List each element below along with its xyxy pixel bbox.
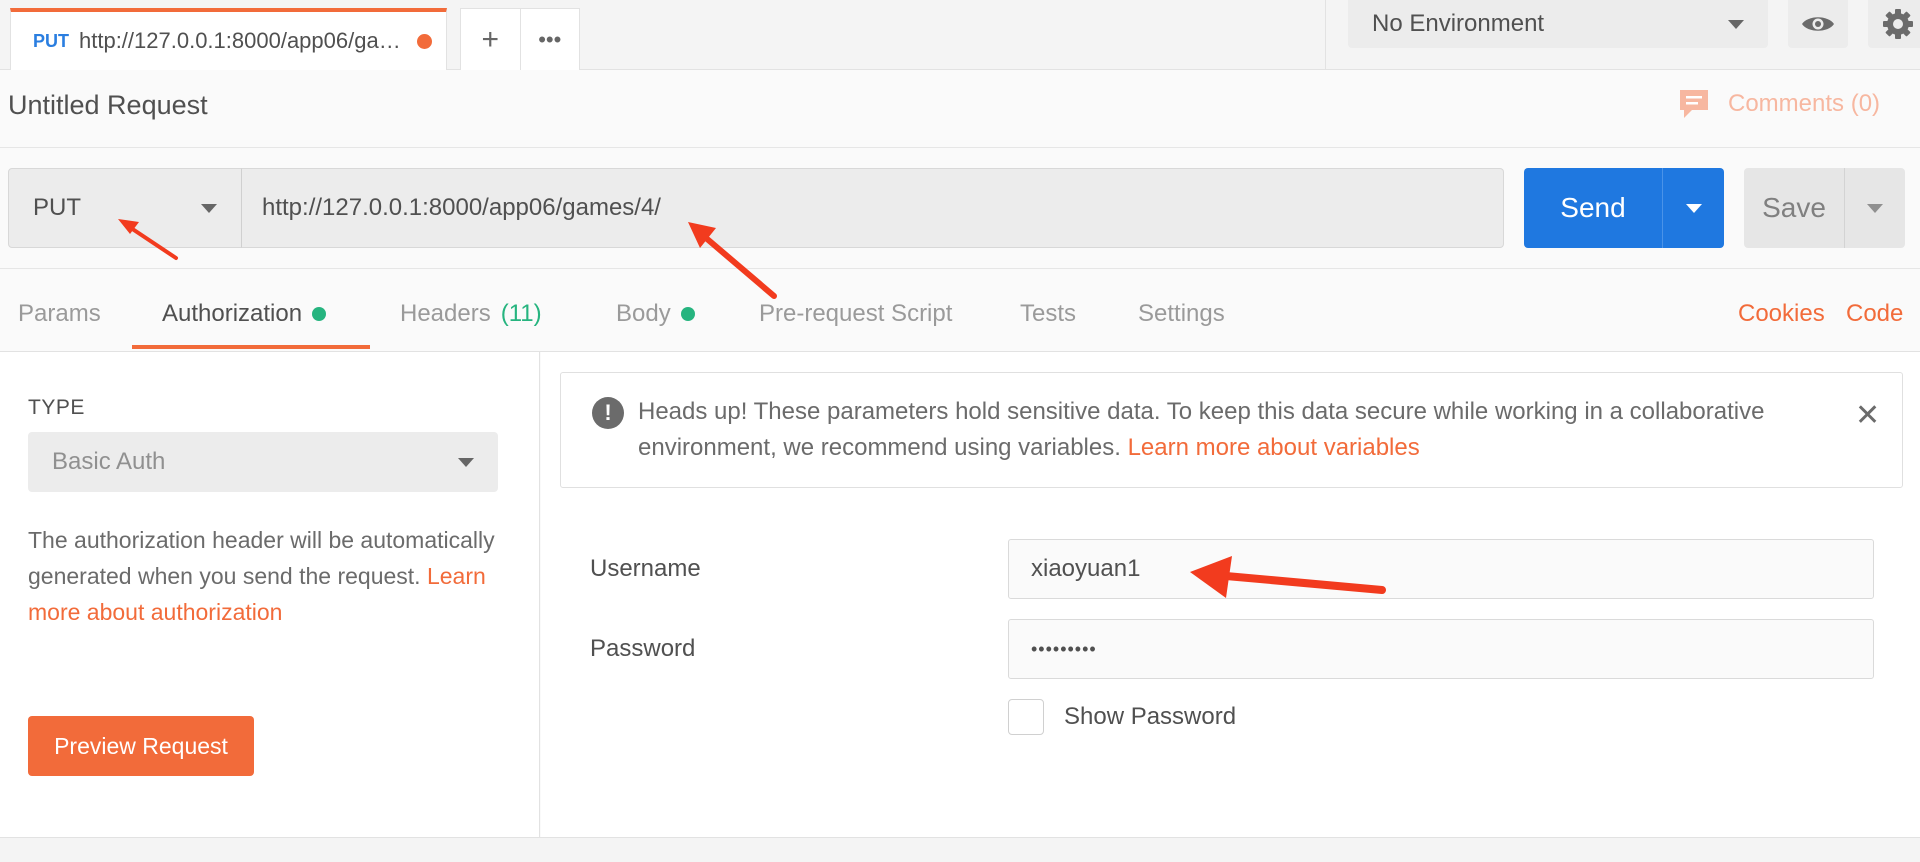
password-label: Password — [590, 635, 696, 662]
save-label: Save — [1762, 192, 1826, 223]
send-label: Send — [1560, 192, 1626, 223]
add-tab-button[interactable]: + — [461, 9, 520, 70]
url-input[interactable]: http://127.0.0.1:8000/app06/games/4/ — [241, 168, 1504, 248]
chevron-down-icon — [1728, 19, 1744, 29]
save-button[interactable]: Save — [1744, 168, 1905, 248]
status-dot-icon — [312, 307, 327, 321]
alert-exclamation-icon: ! — [592, 397, 624, 429]
code-link[interactable]: Code — [1846, 300, 1903, 328]
auth-type-label: TYPE — [28, 396, 85, 419]
bottom-bar — [0, 838, 1920, 862]
method-label: PUT — [33, 194, 81, 221]
environment-select[interactable]: No Environment — [1348, 0, 1768, 48]
active-tab-indicator — [132, 345, 370, 349]
tab-url-label: http://127.0.0.1:8000/app06/ga… — [79, 28, 401, 53]
comment-icon — [1680, 90, 1708, 118]
close-icon[interactable]: ✕ — [1855, 398, 1880, 433]
auth-type-select[interactable]: Basic Auth — [28, 432, 498, 492]
username-label: Username — [590, 555, 701, 582]
auth-type-value: Basic Auth — [52, 448, 166, 475]
chevron-down-icon — [458, 457, 474, 467]
comments-button[interactable]: Comments (0) — [1678, 88, 1880, 120]
show-password-label[interactable]: Show Password — [1064, 703, 1236, 731]
send-options-button[interactable] — [1662, 168, 1724, 248]
request-tab[interactable]: PUT http://127.0.0.1:8000/app06/ga… — [10, 8, 447, 70]
settings-button[interactable] — [1868, 0, 1920, 48]
gear-icon — [1883, 9, 1913, 39]
tab-pre-request-script[interactable]: Pre-request Script — [759, 300, 952, 328]
send-button[interactable]: Send — [1524, 168, 1724, 248]
tab-tests[interactable]: Tests — [1020, 300, 1076, 328]
chevron-down-icon — [201, 203, 217, 213]
tab-body[interactable]: Body — [616, 300, 695, 328]
divider — [0, 147, 1920, 148]
tab-method-label: PUT — [33, 30, 69, 51]
tab-authorization[interactable]: Authorization — [162, 300, 327, 328]
eye-icon — [1802, 17, 1834, 31]
request-title[interactable]: Untitled Request — [8, 90, 208, 121]
divider — [0, 268, 1920, 269]
tab-tests-label: Tests — [1020, 300, 1077, 327]
cookies-link[interactable]: Cookies — [1738, 300, 1825, 328]
method-select[interactable]: PUT — [8, 168, 242, 248]
tab-body-label: Body — [616, 300, 671, 327]
tab-pre-request-script-label: Pre-request Script — [759, 300, 953, 327]
more-tabs-button[interactable]: ••• — [519, 9, 580, 70]
auth-description-text: The authorization header will be automat… — [28, 527, 495, 589]
tab-headers[interactable]: Headers (11) — [400, 300, 542, 328]
username-field[interactable]: xiaoyuan1 — [1008, 539, 1874, 599]
tab-settings-label: Settings — [1138, 300, 1225, 327]
tab-headers-label: Headers — [400, 300, 491, 327]
comments-label: Comments (0) — [1728, 90, 1881, 117]
auth-description: The authorization header will be automat… — [28, 522, 508, 630]
save-options-button[interactable] — [1844, 168, 1905, 248]
tab-params-label: Params — [18, 300, 101, 327]
chevron-down-icon — [1685, 203, 1702, 213]
environment-label: No Environment — [1372, 10, 1545, 37]
password-field[interactable]: ••••••••• — [1008, 619, 1874, 679]
show-password-checkbox[interactable] — [1008, 699, 1044, 735]
headers-count-badge: (11) — [500, 300, 542, 327]
preview-request-button[interactable]: Preview Request — [28, 716, 254, 776]
tab-settings[interactable]: Settings — [1138, 300, 1225, 328]
tab-actions: + ••• — [460, 8, 580, 70]
chevron-down-icon — [1867, 203, 1883, 213]
tab-authorization-label: Authorization — [162, 300, 303, 327]
alert-message: Heads up! These parameters hold sensitiv… — [638, 394, 1818, 466]
learn-more-variables-link[interactable]: Learn more about variables — [1128, 434, 1420, 461]
unsaved-dot-icon — [417, 33, 432, 49]
status-dot-icon — [680, 307, 695, 321]
tab-params[interactable]: Params — [18, 300, 101, 328]
divider — [1325, 0, 1326, 70]
environment-quick-look-button[interactable] — [1788, 0, 1848, 48]
